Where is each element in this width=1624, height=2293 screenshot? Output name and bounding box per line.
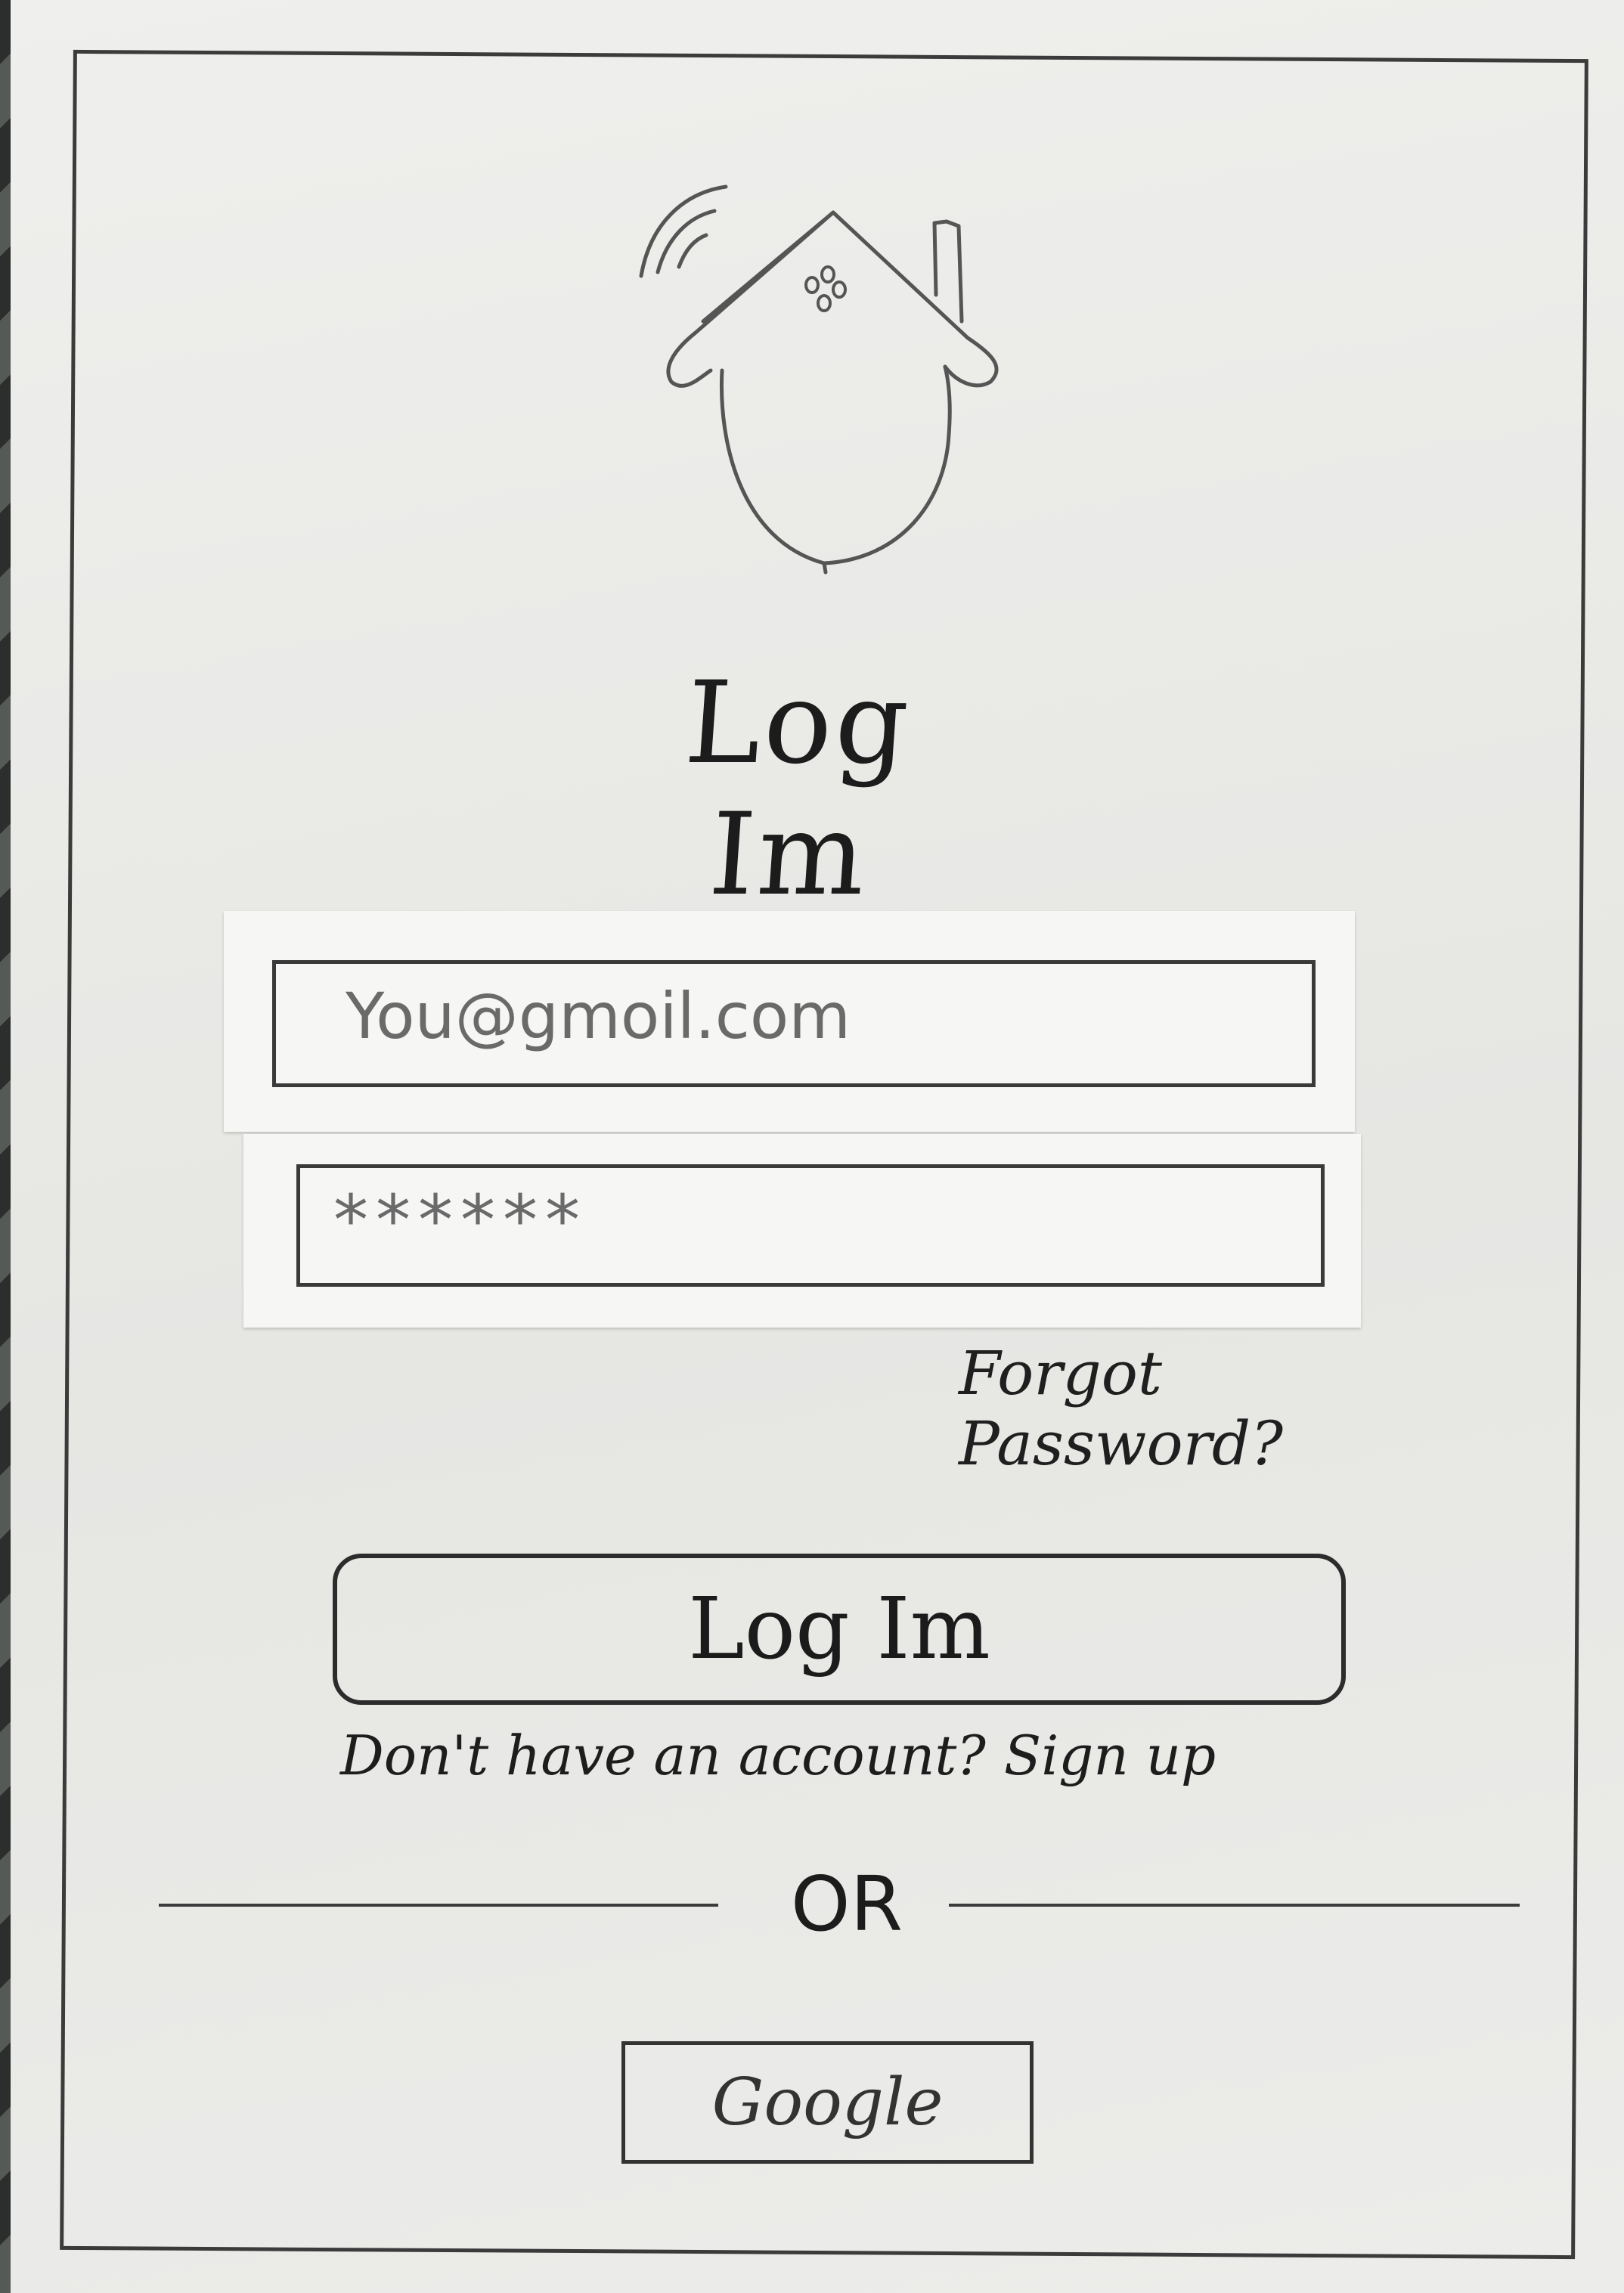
divider-line-left — [159, 1904, 718, 1907]
house-wifi-icon — [639, 184, 999, 575]
divider-label: OR — [790, 1860, 903, 1948]
google-signin-button[interactable]: Google — [621, 2041, 1034, 2164]
divider-line-right — [949, 1904, 1520, 1907]
signup-prompt-text: Don't have an account? — [340, 1724, 986, 1787]
password-field[interactable]: ****** — [296, 1164, 1325, 1287]
signup-prompt-row: Don't have an account? Sign up — [340, 1724, 1323, 1787]
or-divider: OR — [159, 1860, 1520, 1951]
page-title: Log Im — [681, 658, 916, 921]
login-button[interactable]: Log Im — [333, 1554, 1346, 1705]
forgot-password-link[interactable]: Forgot Password? — [959, 1338, 1367, 1479]
signup-link[interactable]: Sign up — [1004, 1724, 1216, 1787]
email-field[interactable]: You@gmoil.com — [272, 960, 1316, 1087]
